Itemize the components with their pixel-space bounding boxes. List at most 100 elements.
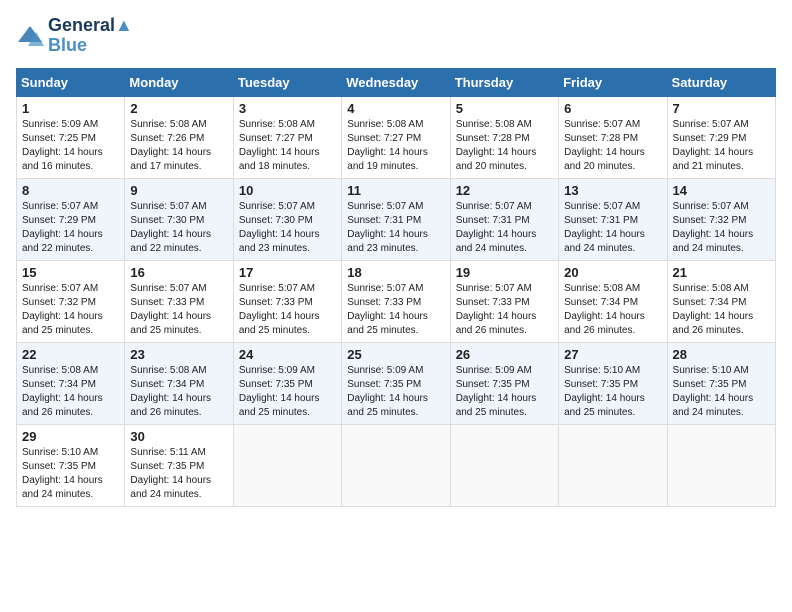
- calendar-cell: 15 Sunrise: 5:07 AMSunset: 7:32 PMDayligh…: [17, 260, 125, 342]
- day-number: 27: [564, 347, 661, 362]
- calendar-week-row: 15 Sunrise: 5:07 AMSunset: 7:32 PMDayligh…: [17, 260, 776, 342]
- day-info: Sunrise: 5:07 AMSunset: 7:28 PMDaylight:…: [564, 118, 661, 174]
- calendar-cell: [233, 424, 341, 506]
- calendar-cell: 13 Sunrise: 5:07 AMSunset: 7:31 PMDayligh…: [559, 178, 667, 260]
- calendar-weekday-header: Tuesday: [233, 68, 341, 96]
- day-number: 20: [564, 265, 661, 280]
- day-info: Sunrise: 5:07 AMSunset: 7:31 PMDaylight:…: [347, 200, 444, 256]
- day-number: 4: [347, 101, 444, 116]
- day-number: 22: [22, 347, 119, 362]
- calendar-table: SundayMondayTuesdayWednesdayThursdayFrid…: [16, 68, 776, 507]
- calendar-cell: 18Sunrise: 5:07 AMSunset: 7:33 PMDayligh…: [342, 260, 450, 342]
- day-info: Sunrise: 5:07 AMSunset: 7:33 PMDaylight:…: [456, 282, 553, 338]
- calendar-cell: 9Sunrise: 5:07 AMSunset: 7:30 PMDaylight…: [125, 178, 233, 260]
- day-info: Sunrise: 5:07 AMSunset: 7:29 PMDaylight:…: [22, 200, 119, 256]
- day-info: Sunrise: 5:10 AMSunset: 7:35 PMDaylight:…: [22, 446, 119, 502]
- calendar-cell: [667, 424, 775, 506]
- day-number: 25: [347, 347, 444, 362]
- header: General▲ Blue: [16, 16, 776, 56]
- calendar-cell: 2Sunrise: 5:08 AMSunset: 7:26 PMDaylight…: [125, 96, 233, 178]
- calendar-cell: [342, 424, 450, 506]
- day-info: Sunrise: 5:07 AMSunset: 7:33 PMDaylight:…: [239, 282, 336, 338]
- day-info: Sunrise: 5:09 AMSunset: 7:35 PMDaylight:…: [239, 364, 336, 420]
- calendar-cell: 10Sunrise: 5:07 AMSunset: 7:30 PMDayligh…: [233, 178, 341, 260]
- calendar-cell: 30 Sunrise: 5:11 AMSunset: 7:35 PMDayligh…: [125, 424, 233, 506]
- calendar-cell: 1Sunrise: 5:09 AMSunset: 7:25 PMDaylight…: [17, 96, 125, 178]
- calendar-weekday-header: Wednesday: [342, 68, 450, 96]
- calendar-cell: 14 Sunrise: 5:07 AMSunset: 7:32 PMDayligh…: [667, 178, 775, 260]
- day-number: 15: [22, 265, 119, 280]
- day-number: 3: [239, 101, 336, 116]
- day-number: 16: [130, 265, 227, 280]
- calendar-cell: 24 Sunrise: 5:09 AMSunset: 7:35 PMDayligh…: [233, 342, 341, 424]
- day-info: Sunrise: 5:07 AMSunset: 7:32 PMDaylight:…: [673, 200, 770, 256]
- calendar-cell: 7 Sunrise: 5:07 AMSunset: 7:29 PMDaylight…: [667, 96, 775, 178]
- calendar-cell: [559, 424, 667, 506]
- calendar-body: 1Sunrise: 5:09 AMSunset: 7:25 PMDaylight…: [17, 96, 776, 506]
- calendar-weekday-header: Sunday: [17, 68, 125, 96]
- day-number: 5: [456, 101, 553, 116]
- calendar-cell: 22Sunrise: 5:08 AMSunset: 7:34 PMDayligh…: [17, 342, 125, 424]
- day-info: Sunrise: 5:08 AMSunset: 7:27 PMDaylight:…: [239, 118, 336, 174]
- day-info: Sunrise: 5:07 AMSunset: 7:32 PMDaylight:…: [22, 282, 119, 338]
- calendar-cell: 20 Sunrise: 5:08 AMSunset: 7:34 PMDayligh…: [559, 260, 667, 342]
- day-number: 28: [673, 347, 770, 362]
- day-info: Sunrise: 5:08 AMSunset: 7:28 PMDaylight:…: [456, 118, 553, 174]
- day-info: Sunrise: 5:10 AMSunset: 7:35 PMDaylight:…: [673, 364, 770, 420]
- calendar-week-row: 22 Sunrise: 5:08 AMSunset: 7:34 PMDayligh…: [17, 342, 776, 424]
- calendar-cell: 4 Sunrise: 5:08 AMSunset: 7:27 PMDaylight…: [342, 96, 450, 178]
- day-number: 8: [22, 183, 119, 198]
- day-info: Sunrise: 5:09 AMSunset: 7:35 PMDaylight:…: [347, 364, 444, 420]
- day-info: Sunrise: 5:08 AMSunset: 7:27 PMDaylight:…: [347, 118, 444, 174]
- day-info: Sunrise: 5:08 AMSunset: 7:26 PMDaylight:…: [130, 118, 227, 174]
- calendar-weekday-header: Thursday: [450, 68, 558, 96]
- day-number: 14: [673, 183, 770, 198]
- calendar-cell: 23 Sunrise: 5:08 AMSunset: 7:34 PMDayligh…: [125, 342, 233, 424]
- calendar-week-row: 1Sunrise: 5:09 AMSunset: 7:25 PMDaylight…: [17, 96, 776, 178]
- calendar-cell: 8 Sunrise: 5:07 AMSunset: 7:29 PMDaylight…: [17, 178, 125, 260]
- logo-icon: [16, 22, 44, 50]
- calendar-cell: 25 Sunrise: 5:09 AMSunset: 7:35 PMDayligh…: [342, 342, 450, 424]
- calendar-cell: 16 Sunrise: 5:07 AMSunset: 7:33 PMDayligh…: [125, 260, 233, 342]
- calendar-cell: 17 Sunrise: 5:07 AMSunset: 7:33 PMDayligh…: [233, 260, 341, 342]
- day-number: 11: [347, 183, 444, 198]
- day-info: Sunrise: 5:08 AMSunset: 7:34 PMDaylight:…: [673, 282, 770, 338]
- day-info: Sunrise: 5:08 AMSunset: 7:34 PMDaylight:…: [130, 364, 227, 420]
- calendar-cell: 3 Sunrise: 5:08 AMSunset: 7:27 PMDaylight…: [233, 96, 341, 178]
- day-info: Sunrise: 5:07 AMSunset: 7:29 PMDaylight:…: [673, 118, 770, 174]
- day-info: Sunrise: 5:07 AMSunset: 7:33 PMDaylight:…: [130, 282, 227, 338]
- day-info: Sunrise: 5:07 AMSunset: 7:31 PMDaylight:…: [456, 200, 553, 256]
- day-number: 24: [239, 347, 336, 362]
- day-number: 6: [564, 101, 661, 116]
- calendar-weekday-header: Monday: [125, 68, 233, 96]
- day-info: Sunrise: 5:07 AMSunset: 7:30 PMDaylight:…: [239, 200, 336, 256]
- logo-text: General▲ Blue: [48, 16, 133, 56]
- calendar-weekday-header: Friday: [559, 68, 667, 96]
- day-number: 21: [673, 265, 770, 280]
- day-info: Sunrise: 5:07 AMSunset: 7:33 PMDaylight:…: [347, 282, 444, 338]
- calendar-cell: 19 Sunrise: 5:07 AMSunset: 7:33 PMDayligh…: [450, 260, 558, 342]
- calendar-cell: 11 Sunrise: 5:07 AMSunset: 7:31 PMDayligh…: [342, 178, 450, 260]
- calendar-cell: 27Sunrise: 5:10 AMSunset: 7:35 PMDayligh…: [559, 342, 667, 424]
- day-info: Sunrise: 5:11 AMSunset: 7:35 PMDaylight:…: [130, 446, 227, 502]
- calendar-cell: 26Sunrise: 5:09 AMSunset: 7:35 PMDayligh…: [450, 342, 558, 424]
- day-number: 30: [130, 429, 227, 444]
- day-info: Sunrise: 5:07 AMSunset: 7:30 PMDaylight:…: [130, 200, 227, 256]
- calendar-cell: 5 Sunrise: 5:08 AMSunset: 7:28 PMDaylight…: [450, 96, 558, 178]
- day-number: 23: [130, 347, 227, 362]
- calendar-cell: 21 Sunrise: 5:08 AMSunset: 7:34 PMDayligh…: [667, 260, 775, 342]
- day-info: Sunrise: 5:07 AMSunset: 7:31 PMDaylight:…: [564, 200, 661, 256]
- calendar-weekday-header: Saturday: [667, 68, 775, 96]
- day-number: 13: [564, 183, 661, 198]
- logo: General▲ Blue: [16, 16, 133, 56]
- calendar-week-row: 8 Sunrise: 5:07 AMSunset: 7:29 PMDaylight…: [17, 178, 776, 260]
- day-number: 26: [456, 347, 553, 362]
- day-info: Sunrise: 5:08 AMSunset: 7:34 PMDaylight:…: [564, 282, 661, 338]
- day-number: 17: [239, 265, 336, 280]
- calendar-header-row: SundayMondayTuesdayWednesdayThursdayFrid…: [17, 68, 776, 96]
- day-number: 19: [456, 265, 553, 280]
- day-number: 12: [456, 183, 553, 198]
- day-number: 29: [22, 429, 119, 444]
- calendar-cell: 29 Sunrise: 5:10 AMSunset: 7:35 PMDayligh…: [17, 424, 125, 506]
- day-number: 7: [673, 101, 770, 116]
